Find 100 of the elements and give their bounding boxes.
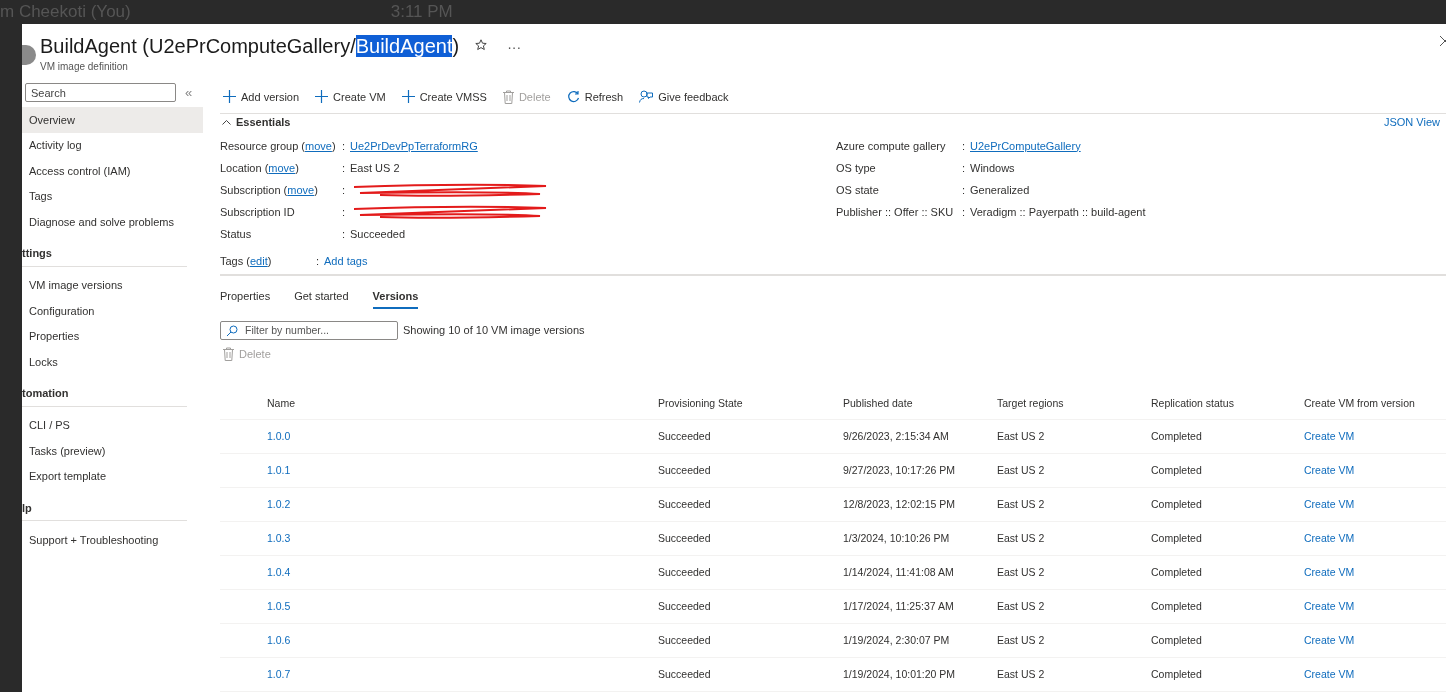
sidebar-item[interactable]: Access control (IAM) [22,158,203,184]
create-vm-link[interactable]: Create VM [1304,566,1355,579]
sidebar-item[interactable]: Support + Troubleshooting [22,527,203,553]
toolbar-button[interactable]: Create VM [312,90,389,104]
json-view-link[interactable]: JSON View [1383,116,1440,128]
version-link[interactable]: 1.0.4 [267,566,291,579]
table-cell: Completed [1151,668,1202,681]
table-cell: East US 2 [997,566,1045,579]
sidebar-item[interactable]: Export template [22,463,203,489]
move-link[interactable]: move [305,139,332,152]
colon: : [962,183,967,196]
property-label: Publisher :: Offer :: SKU [836,205,955,218]
column-header: Target regions [997,397,1065,409]
property-label: Subscription ID [220,205,296,218]
tab[interactable]: Versions [372,286,419,309]
colon: : [342,161,347,174]
toolbar-button[interactable]: Add version [220,90,303,104]
table-cell: 1/17/2024, 11:25:37 AM [843,600,954,613]
version-link[interactable]: 1.0.6 [267,634,291,647]
tab[interactable]: Get started [294,286,349,309]
table-cell: 1/14/2024, 11:41:08 AM [843,566,954,579]
create-vm-link[interactable]: Create VM [1304,600,1355,613]
property-label: Status [220,227,253,240]
table-cell: East US 2 [997,430,1045,443]
move-link[interactable]: move [268,161,296,174]
create-vm-link[interactable]: Create VM [1304,464,1355,477]
table-cell: East US 2 [997,634,1045,647]
sidebar-item[interactable]: Properties [22,323,203,349]
sidebar-item[interactable]: Tags [22,183,203,209]
property-label: OS type [836,161,877,174]
property-value: Succeeded [350,227,407,240]
plus-icon [401,90,415,104]
sidebar-item[interactable]: Locks [22,349,203,375]
toolbar-button[interactable]: Create VMSS [398,90,490,104]
essentials-toggle[interactable]: Essentials [220,116,291,128]
property-value: Generalized [970,183,1031,196]
sidebar-section-heading: tomation [22,380,187,407]
table-cell: Succeeded [658,668,711,681]
version-link[interactable]: 1.0.1 [267,464,291,477]
create-vm-link[interactable]: Create VM [1304,498,1355,511]
table-cell: Succeeded [658,430,711,443]
search-field[interactable]: Search [25,83,176,102]
more-button[interactable]: ··· [503,39,526,55]
column-header: Replication status [1151,397,1235,409]
table-cell: Completed [1151,430,1202,443]
column-header: Create VM from version [1304,397,1416,409]
collapse-button[interactable]: « [185,85,193,100]
version-link[interactable]: 1.0.0 [267,430,291,443]
table-cell: East US 2 [997,532,1045,545]
property-link[interactable]: U2ePrComputeGallery [970,139,1446,152]
table-cell: Completed [1151,498,1202,511]
sidebar-item[interactable]: Diagnose and solve problems [22,209,203,235]
table-cell: East US 2 [997,668,1045,681]
property-value: East US 2 [350,161,401,174]
chevron-icon [222,119,231,125]
sidebar-item[interactable]: Tasks (preview) [22,438,203,464]
version-link[interactable]: 1.0.2 [267,498,291,511]
version-link[interactable]: 1.0.3 [267,532,291,545]
trash-icon [502,89,514,104]
create-vm-link[interactable]: Create VM [1304,430,1355,443]
table-cell: 1/3/2024, 10:10:26 PM [843,532,950,545]
column-header: Name [266,397,296,409]
add-tags-link[interactable]: Add tags [324,255,1446,268]
version-link[interactable]: 1.0.5 [267,600,291,613]
property-link[interactable]: Ue2PrDevPpTerraformRG [350,139,836,152]
table-cell: Succeeded [658,464,711,477]
sidebar-item[interactable]: VM image versions [22,272,203,298]
table-cell: Completed [1151,464,1202,477]
sidebar-item[interactable]: Configuration [22,298,203,324]
table-cell: Succeeded [658,532,711,545]
resource-icon [22,45,36,65]
plus-icon [223,90,236,104]
property-label: Subscription (move) [220,183,319,196]
version-link[interactable]: 1.0.7 [267,668,291,681]
colon: : [316,255,321,268]
page-subtitle: VM image definition [40,61,129,72]
table-cell: Completed [1151,600,1202,613]
create-vm-link[interactable]: Create VM [1304,668,1355,681]
create-vm-link[interactable]: Create VM [1304,634,1355,647]
table-cell: 9/26/2023, 2:15:34 AM [843,430,949,443]
tab[interactable]: Properties [220,286,271,309]
table-cell: Succeeded [658,600,711,613]
toolbar-button[interactable]: Give feedback [636,90,732,104]
toolbar-button[interactable]: Refresh [563,90,627,104]
colon: : [342,227,347,240]
plus-icon [315,90,329,104]
property-label: OS state [836,183,880,196]
sidebar-item[interactable]: Overview [22,107,203,133]
move-link[interactable]: move [287,183,315,196]
colon: : [342,183,347,196]
property-label: Azure compute gallery [836,139,947,152]
property-value: Windows [970,161,1016,174]
table-cell: 1/19/2024, 2:30:07 PM [843,634,950,647]
sidebar-item[interactable]: CLI / PS [22,412,203,438]
filter-field[interactable]: Filter by number... [220,321,398,340]
colon: : [962,139,967,152]
sidebar-item[interactable]: Activity log [22,132,203,158]
table-cell: 9/27/2023, 10:17:26 PM [843,464,956,477]
property-label: Tags (edit) [220,255,273,268]
create-vm-link[interactable]: Create VM [1304,532,1355,545]
